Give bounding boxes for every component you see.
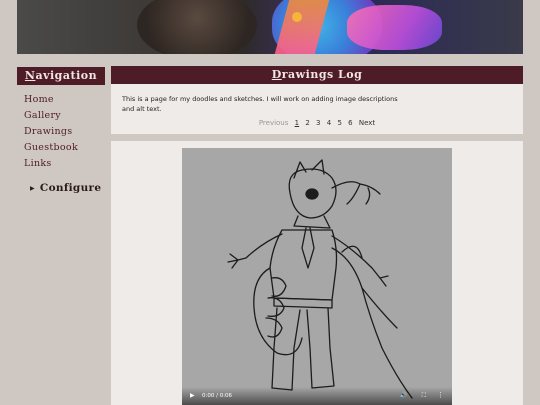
navigation-header-text: avigation <box>35 69 98 82</box>
fullscreen-icon[interactable]: ⛶ <box>422 392 426 400</box>
drawings-log-description: This is a page for my doodles and sketch… <box>122 95 398 113</box>
more-vertical-icon[interactable]: ⋮ <box>437 391 444 399</box>
pager-page-5[interactable]: 5 <box>337 119 341 127</box>
banner-image <box>17 0 523 54</box>
pager-previous: Previous <box>258 119 289 127</box>
video-time: 0:00 / 0:06 <box>202 393 233 399</box>
nav-item-links[interactable]: Links <box>24 156 78 172</box>
nav-item-home[interactable]: Home <box>24 92 78 108</box>
nav-item-guestbook[interactable]: Guestbook <box>24 140 78 156</box>
video-player[interactable]: ▶ 0:00 / 0:06 🔊 ⛶ ⋮ <box>182 148 452 405</box>
banner-pink-hair-shape <box>347 5 442 50</box>
nav-item-drawings[interactable]: Drawings <box>24 124 78 140</box>
navigation-list: Home Gallery Drawings Guestbook Links <box>24 92 78 172</box>
pager-page-2[interactable]: 2 <box>305 119 309 127</box>
sketch-drawing <box>227 159 413 399</box>
nav-item-gallery[interactable]: Gallery <box>24 108 78 124</box>
configure-toggle[interactable]: ▶ Configure <box>30 182 101 194</box>
drawings-log-header-initial: D <box>271 68 282 81</box>
drawings-log-header-text: rawings Log <box>281 68 363 81</box>
video-controls: ▶ 0:00 / 0:06 🔊 ⛶ ⋮ <box>182 387 452 405</box>
play-icon[interactable]: ▶ <box>190 392 195 399</box>
navigation-header-initial: N <box>24 69 36 82</box>
pager-next[interactable]: Next <box>359 119 375 127</box>
pager-page-1[interactable]: 1 <box>295 119 299 127</box>
navigation-header: Navigation <box>17 67 105 85</box>
pagination: Previous 1 2 3 4 5 6 Next <box>111 119 523 127</box>
pager-page-6[interactable]: 6 <box>348 119 352 127</box>
drawings-log-panel: Drawings Log This is a page for my doodl… <box>111 66 523 134</box>
pager-page-4[interactable]: 4 <box>327 119 331 127</box>
pager-page-3[interactable]: 3 <box>316 119 320 127</box>
banner-eye-shape <box>292 12 302 22</box>
triangle-right-icon: ▶ <box>30 184 35 192</box>
banner-wolf-shape <box>137 0 257 54</box>
drawings-log-header: Drawings Log <box>111 66 523 84</box>
media-panel: ▶ 0:00 / 0:06 🔊 ⛶ ⋮ <box>111 141 523 405</box>
volume-icon[interactable]: 🔊 <box>400 392 407 399</box>
configure-label: Configure <box>39 182 102 194</box>
